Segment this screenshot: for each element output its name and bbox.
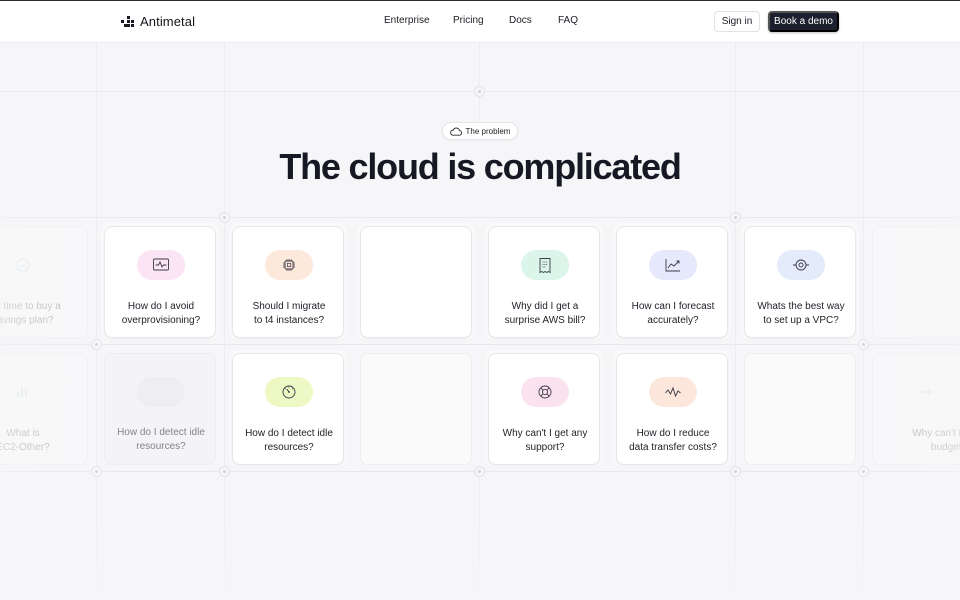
card-text: support?: [525, 441, 565, 453]
question-card[interactable]: How do I reduce data transfer costs?: [616, 353, 728, 465]
card-icon-pill: [137, 377, 185, 407]
card-icon-pill: [521, 250, 569, 280]
card-text: How do I avoid: [127, 301, 195, 312]
card-text: to set up a VPC?: [763, 314, 839, 326]
card-icon-pill: [265, 377, 313, 407]
nav-link-enterprise[interactable]: Enterprise: [384, 15, 430, 26]
cloud-icon: [449, 127, 462, 136]
question-card[interactable]: How can I forecast accurately?: [616, 226, 728, 338]
card-text: How do I detect idle: [245, 428, 333, 439]
nav-link-docs[interactable]: Docs: [509, 15, 532, 26]
sign-in-button[interactable]: Sign in: [714, 11, 760, 32]
network-node-icon: [792, 257, 810, 273]
card-text: resources?: [136, 440, 186, 452]
section-badge-label: The problem: [465, 126, 511, 136]
question-card[interactable]: How do I detect idle resources?: [232, 353, 344, 465]
section-badge: The problem: [442, 122, 518, 140]
card-text: How do I detect idle: [117, 427, 205, 438]
question-card[interactable]: How do I avoid overprovisioning?: [104, 226, 216, 338]
monitor-pulse-icon: [152, 257, 170, 273]
card-text: surprise AWS bill?: [504, 314, 586, 326]
card-icon-pill: [521, 377, 569, 407]
nav-link-faq[interactable]: FAQ: [558, 15, 578, 26]
question-card[interactable]: Why can't I get any support?: [488, 353, 600, 465]
card-text: Why can't I get any: [502, 428, 588, 439]
card-icon-pill: [265, 250, 313, 280]
trend-chart-icon: [664, 257, 682, 273]
top-navbar: Antimetal Enterprise Pricing Docs FAQ Si…: [0, 1, 960, 43]
card-icon-pill: [777, 250, 825, 280]
gauge-icon: [281, 384, 297, 400]
question-card[interactable]: Why did I get a surprise AWS bill?: [488, 226, 600, 338]
card-text: What is: [6, 428, 40, 439]
card-text: to t4 instances?: [253, 314, 325, 326]
book-demo-button[interactable]: Book a demo: [768, 11, 839, 32]
question-card[interactable]: How do I detect idle resources?: [104, 353, 216, 465]
card-text: Should I migrate: [252, 301, 326, 312]
transfer-wave-icon: [664, 384, 682, 400]
card-icon-pill: [649, 377, 697, 407]
question-card[interactable]: Whats the best way to set up a VPC?: [744, 226, 856, 338]
budget-icon: [921, 384, 937, 400]
empty-card: [360, 226, 472, 338]
card-icon-pill: [137, 250, 185, 280]
question-card[interactable]: Should I migrate to t4 instances?: [232, 226, 344, 338]
card-text: How can I forecast: [631, 301, 715, 312]
card-icon-pill: [0, 377, 47, 407]
page-title: The cloud is complicated: [279, 146, 681, 187]
card-text: Why can't I set a: [912, 428, 960, 439]
nav-link-pricing[interactable]: Pricing: [453, 15, 484, 26]
receipt-icon: [538, 257, 552, 274]
card-text: accurately?: [647, 314, 699, 326]
row2-left-clip: What is EC2-Other?: [0, 0, 88, 600]
question-card[interactable]: Why can't I set a budget?: [872, 353, 960, 465]
row2-right-clip: Why can't I set a budget?: [872, 0, 960, 600]
card-text: Whats the best way: [757, 301, 845, 312]
card-text: EC2-Other?: [0, 441, 50, 453]
card-text: overprovisioning?: [121, 314, 201, 326]
question-card[interactable]: What is EC2-Other?: [0, 353, 88, 465]
cpu-chip-icon: [281, 257, 297, 273]
bottom-fade-overlay: [0, 470, 960, 600]
lifebuoy-icon: [537, 384, 553, 400]
card-text: resources?: [264, 441, 314, 453]
card-icon-pill: [905, 377, 953, 407]
card-text: Why did I get a: [511, 301, 579, 312]
empty-card: [744, 353, 856, 465]
card-text: budget?: [930, 441, 960, 453]
card-icon-pill: [649, 250, 697, 280]
empty-card: [360, 353, 472, 465]
card-text: data transfer costs?: [629, 441, 717, 453]
bar-chart-icon: [15, 384, 31, 400]
card-text: How do I reduce: [636, 428, 710, 439]
